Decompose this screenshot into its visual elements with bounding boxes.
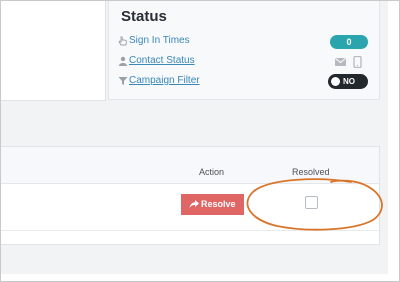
status-panel: Status Sign In Times 0 Contact Status Ca… <box>108 1 380 100</box>
screenshot-frame: Status Sign In Times 0 Contact Status Ca… <box>0 0 400 282</box>
resolve-button-label: Resolve <box>201 199 236 209</box>
table-row: Resolve <box>1 184 379 231</box>
table-header: Action Resolved <box>1 147 379 184</box>
toggle-label: NO <box>343 77 355 86</box>
bottom-gutter <box>1 274 388 281</box>
resolved-checkbox[interactable] <box>305 196 318 209</box>
campaign-filter-link[interactable]: Campaign Filter <box>129 75 200 86</box>
resolution-table: Action Resolved Resolve <box>1 146 380 245</box>
share-arrow-icon <box>189 199 199 209</box>
status-row-contact-status: Contact Status <box>118 54 368 70</box>
column-header-resolved: Resolved <box>292 167 330 177</box>
column-header-action: Action <box>199 167 225 177</box>
scrollbar-gutter <box>388 1 399 281</box>
sign-in-times-label: Sign In Times <box>129 35 190 46</box>
resolve-button[interactable]: Resolve <box>181 194 244 215</box>
contact-status-link[interactable]: Contact Status <box>129 55 195 66</box>
envelope-icon <box>335 58 346 66</box>
campaign-filter-toggle[interactable]: NO <box>328 74 368 89</box>
contact-indicators <box>335 55 365 69</box>
left-info-panel <box>1 1 106 101</box>
filter-icon <box>118 76 128 86</box>
status-row-campaign-filter: Campaign Filter NO <box>118 74 368 90</box>
mobile-phone-icon <box>353 55 362 69</box>
toggle-knob <box>331 77 340 86</box>
status-title: Status <box>121 8 167 25</box>
page-canvas: Status Sign In Times 0 Contact Status Ca… <box>1 1 388 274</box>
status-row-sign-in-times: Sign In Times 0 <box>118 34 368 50</box>
user-icon <box>118 56 128 66</box>
sign-in-count-badge: 0 <box>330 35 368 49</box>
pointer-hand-icon <box>118 36 128 46</box>
